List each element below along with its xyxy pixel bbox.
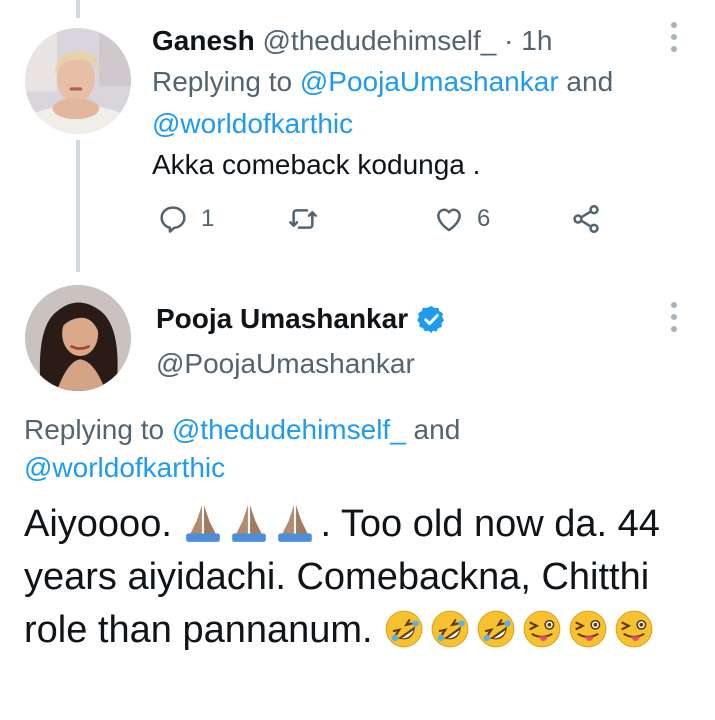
mention-link[interactable]: @worldofkarthic bbox=[24, 452, 225, 483]
share-icon bbox=[573, 204, 599, 234]
more-options-icon[interactable] bbox=[668, 302, 680, 332]
avatar-ganesh-image bbox=[25, 28, 131, 134]
author-handle[interactable]: @thedudehimself_ bbox=[262, 25, 496, 56]
share-button[interactable] bbox=[570, 203, 602, 235]
mention-link[interactable]: @PoojaUmashankar bbox=[300, 66, 559, 97]
retweet-button[interactable] bbox=[287, 203, 331, 235]
folded-hands-icon bbox=[232, 505, 267, 542]
replying-and: and bbox=[405, 414, 461, 445]
avatar-pooja-image bbox=[25, 285, 131, 391]
thread-line-connector bbox=[76, 140, 80, 272]
reply-button[interactable]: 1 bbox=[157, 203, 214, 235]
tweet-text: Akka comeback kodunga . bbox=[152, 149, 481, 180]
winking-tongue-icon bbox=[569, 610, 607, 648]
replying-to: Replying to @thedudehimself_ and @worldo… bbox=[24, 411, 624, 487]
like-button[interactable]: 6 bbox=[433, 203, 490, 235]
winking-tongue-icon bbox=[615, 610, 653, 648]
tweet-text-part: Aiyoooo. bbox=[24, 503, 183, 545]
avatar-pooja[interactable] bbox=[25, 285, 131, 391]
replying-to: Replying to @PoojaUmashankar and @worldo… bbox=[152, 61, 672, 145]
folded-hands-icon bbox=[278, 505, 313, 542]
avatar-ganesh[interactable] bbox=[25, 28, 131, 134]
tweet-actions: 1 6 bbox=[152, 203, 622, 239]
tweet-time[interactable]: · 1h bbox=[504, 25, 552, 56]
verified-badge-icon[interactable] bbox=[416, 304, 447, 335]
reply-count: 1 bbox=[201, 205, 215, 232]
more-options-icon[interactable] bbox=[668, 22, 680, 52]
replying-and: and bbox=[558, 66, 614, 97]
replying-prefix: Replying to bbox=[24, 414, 172, 445]
reply-icon bbox=[160, 206, 186, 233]
reply-tweet-header: Ganesh @thedudehimself_ · 1h bbox=[152, 24, 552, 58]
rolling-laughing-icon bbox=[431, 610, 469, 648]
author-handle[interactable]: @PoojaUmashankar bbox=[156, 347, 415, 381]
replying-prefix: Replying to bbox=[152, 66, 300, 97]
winking-tongue-icon bbox=[523, 610, 561, 648]
author-name[interactable]: Pooja Umashankar bbox=[156, 302, 408, 336]
author-name-row: Pooja Umashankar bbox=[156, 302, 447, 336]
retweet-icon bbox=[289, 209, 317, 229]
thread-line-top bbox=[76, 0, 80, 18]
heart-icon bbox=[437, 208, 461, 232]
mention-link[interactable]: @thedudehimself_ bbox=[172, 414, 406, 445]
mention-link[interactable]: @worldofkarthic bbox=[152, 108, 353, 139]
author-name[interactable]: Ganesh bbox=[152, 25, 255, 56]
like-count: 6 bbox=[477, 205, 491, 232]
rolling-laughing-icon bbox=[477, 610, 515, 648]
folded-hands-icon bbox=[186, 505, 221, 542]
rolling-laughing-icon bbox=[385, 610, 423, 648]
tweet-text: Aiyoooo. . Too old now da. 44 years aiyi… bbox=[24, 498, 684, 657]
